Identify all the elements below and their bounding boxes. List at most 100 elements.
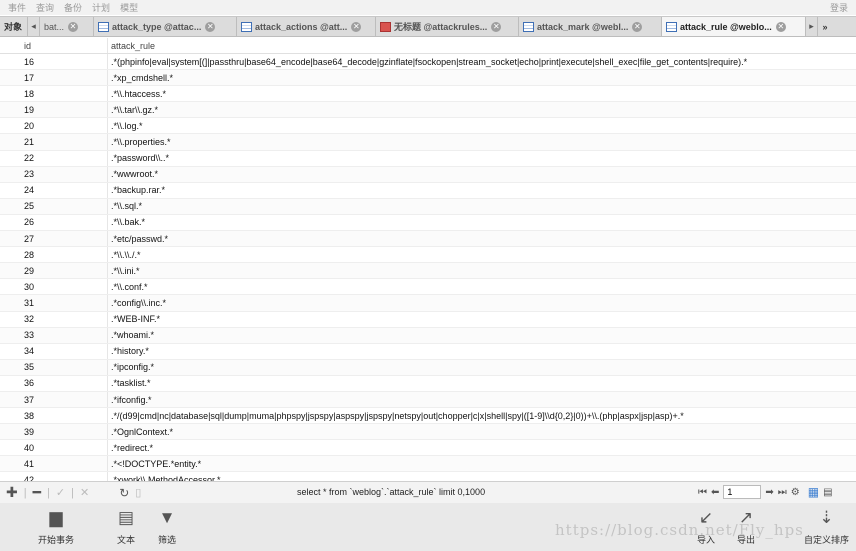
- cell-attack-rule[interactable]: .*\\.properties.*: [108, 134, 171, 149]
- cell-id[interactable]: 26: [0, 214, 108, 231]
- cell-attack-rule[interactable]: .*xwork\\.MethodAccessor.*: [108, 472, 221, 481]
- close-icon[interactable]: ✕: [205, 21, 216, 32]
- close-icon[interactable]: ✕: [632, 21, 643, 32]
- table-row[interactable]: 26 .*\\.bak.*: [0, 214, 856, 232]
- cell-id[interactable]: 36: [0, 375, 108, 391]
- tab-attack-rule[interactable]: attack_rule @weblo... ✕: [662, 17, 806, 36]
- cell-id[interactable]: 39: [0, 424, 108, 440]
- delete-record-icon[interactable]: ━: [33, 484, 41, 501]
- cell-attack-rule[interactable]: .*(phpinfo|eval|system[(]|passthru|base6…: [108, 54, 747, 69]
- table-row[interactable]: 27 .*etc/passwd.*: [0, 231, 856, 248]
- cell-id[interactable]: 24: [0, 182, 108, 198]
- cell-attack-rule[interactable]: .*password\\..*: [108, 151, 169, 166]
- filter-button[interactable]: ▼ 筛选: [158, 507, 176, 546]
- text-view-button[interactable]: ▤ 文本: [117, 507, 135, 546]
- table-row[interactable]: 19 .*\\.tar\\.gz.*: [0, 102, 856, 119]
- cell-attack-rule[interactable]: .*/(d99|cmd|nc|database|sql|dump|muma|ph…: [108, 408, 684, 423]
- menu-item-schedule[interactable]: 计划: [92, 1, 110, 14]
- tab-scroll-right-button[interactable]: ▸: [806, 17, 818, 36]
- cell-attack-rule[interactable]: .*\\.conf.*: [108, 279, 148, 294]
- cell-attack-rule[interactable]: .*ifconfig.*: [108, 392, 152, 407]
- cell-attack-rule[interactable]: .*redirect.*: [108, 440, 153, 455]
- cell-id[interactable]: 18: [0, 86, 108, 102]
- cell-id[interactable]: 32: [0, 311, 108, 327]
- close-icon[interactable]: ✕: [491, 21, 502, 32]
- cell-id[interactable]: 31: [0, 295, 108, 311]
- stop-icon[interactable]: ▯: [135, 486, 141, 499]
- table-row[interactable]: 36 .*tasklist.*: [0, 375, 856, 392]
- cell-id[interactable]: 41: [0, 456, 108, 472]
- cell-id[interactable]: 42: [0, 472, 108, 481]
- table-row[interactable]: 41 .*<!DOCTYPE.*entity.*: [0, 456, 856, 473]
- table-row[interactable]: 37 .*ifconfig.*: [0, 391, 856, 409]
- cell-id[interactable]: 40: [0, 440, 108, 456]
- begin-transaction-button[interactable]: ▆ 开始事务: [38, 507, 74, 546]
- menu-item-query[interactable]: 查询: [36, 1, 54, 14]
- tab-scroll-left-button[interactable]: ◂: [28, 17, 40, 36]
- cell-attack-rule[interactable]: .*wwwroot.*: [108, 167, 158, 182]
- cell-attack-rule[interactable]: .*config\\.inc.*: [108, 295, 166, 310]
- column-header-attack-rule[interactable]: attack_rule: [108, 38, 155, 53]
- export-button[interactable]: ↗ 导出: [737, 507, 755, 546]
- table-row[interactable]: 25 .*\\.sql.*: [0, 198, 856, 215]
- cell-attack-rule[interactable]: .*\\.htaccess.*: [108, 86, 166, 101]
- login-link[interactable]: 登录: [830, 1, 848, 14]
- table-row[interactable]: 39 .*OgnlContext.*: [0, 424, 856, 441]
- table-row[interactable]: 24 .*backup.rar.*: [0, 182, 856, 199]
- tab-attack-mark[interactable]: attack_mark @webl... ✕: [519, 17, 662, 36]
- cell-id[interactable]: 37: [0, 391, 108, 408]
- table-row[interactable]: 33 .*whoami.*: [0, 327, 856, 344]
- table-row[interactable]: 22 .*password\\..*: [0, 150, 856, 167]
- table-row[interactable]: 16 .*(phpinfo|eval|system[(]|passthru|bas…: [0, 54, 856, 71]
- refresh-icon[interactable]: ↻: [119, 486, 129, 500]
- cell-id[interactable]: 34: [0, 343, 108, 359]
- table-row[interactable]: 42 .*xwork\\.MethodAccessor.*: [0, 472, 856, 481]
- apply-changes-icon[interactable]: ✓: [56, 486, 65, 499]
- table-row[interactable]: 38 .*/(d99|cmd|nc|database|sql|dump|muma|…: [0, 408, 856, 425]
- cell-id[interactable]: 20: [0, 118, 108, 134]
- close-icon[interactable]: ✕: [351, 21, 362, 32]
- import-button[interactable]: ↙ 导入: [697, 507, 715, 546]
- cell-attack-rule[interactable]: .*<!DOCTYPE.*entity.*: [108, 456, 201, 471]
- menu-item-events[interactable]: 事件: [8, 1, 26, 14]
- table-row[interactable]: 30 .*\\.conf.*: [0, 279, 856, 296]
- table-row[interactable]: 31 .*config\\.inc.*: [0, 295, 856, 312]
- menu-item-model[interactable]: 模型: [120, 1, 138, 14]
- table-row[interactable]: 32 .*WEB-INF.*: [0, 311, 856, 328]
- cell-attack-rule[interactable]: .*ipconfig.*: [108, 360, 154, 375]
- cell-id[interactable]: 30: [0, 279, 108, 295]
- table-row[interactable]: 40 .*redirect.*: [0, 440, 856, 457]
- more-tabs-button[interactable]: »: [818, 17, 832, 36]
- page-number-input[interactable]: [723, 485, 762, 499]
- custom-sort-button[interactable]: ⇣ 自定义排序: [804, 507, 849, 546]
- add-record-icon[interactable]: ✚: [6, 484, 18, 501]
- tab-attack-actions[interactable]: attack_actions @att... ✕: [237, 17, 376, 36]
- previous-page-icon[interactable]: ⬅: [711, 487, 719, 498]
- new-tab-button[interactable]: [832, 17, 850, 36]
- column-header-id[interactable]: id: [0, 38, 108, 53]
- cell-id[interactable]: 25: [0, 198, 108, 214]
- cell-attack-rule[interactable]: .*whoami.*: [108, 328, 154, 343]
- cell-id[interactable]: 19: [0, 102, 108, 118]
- table-row[interactable]: 34 .*history.*: [0, 343, 856, 360]
- table-row[interactable]: 18 .*\\.htaccess.*: [0, 86, 856, 103]
- tab-objects[interactable]: 对象: [0, 17, 28, 36]
- table-row[interactable]: 28 .*\\.\\./.*: [0, 247, 856, 264]
- table-row[interactable]: 29 .*\\.ini.*: [0, 263, 856, 280]
- close-icon[interactable]: ✕: [775, 21, 786, 32]
- cell-attack-rule[interactable]: .*tasklist.*: [108, 376, 151, 391]
- cell-attack-rule[interactable]: .*backup.rar.*: [108, 183, 165, 198]
- next-page-icon[interactable]: ➡: [765, 487, 773, 498]
- cell-id[interactable]: 17: [0, 70, 108, 86]
- tab-untitled-query[interactable]: 无标题 @attackrules... ✕: [376, 17, 519, 36]
- cell-attack-rule[interactable]: .*OgnlContext.*: [108, 424, 173, 439]
- table-row[interactable]: 35 .*ipconfig.*: [0, 359, 856, 376]
- grid-view-icon[interactable]: ▦: [808, 485, 819, 499]
- cell-attack-rule[interactable]: .*\\.log.*: [108, 118, 143, 133]
- table-row[interactable]: 20 .*\\.log.*: [0, 118, 856, 135]
- table-row[interactable]: 21 .*\\.properties.*: [0, 134, 856, 151]
- cell-attack-rule[interactable]: .*WEB-INF.*: [108, 312, 160, 327]
- cell-attack-rule[interactable]: .*\\.bak.*: [108, 215, 145, 230]
- tab-table-1[interactable]: bat... ✕: [40, 17, 94, 36]
- cell-id[interactable]: 28: [0, 247, 108, 263]
